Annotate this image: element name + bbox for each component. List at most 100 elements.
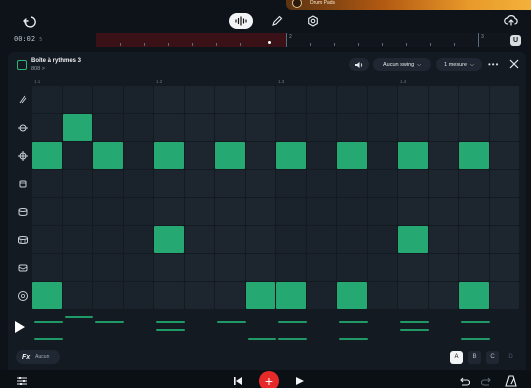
step-cell[interactable] (306, 226, 336, 253)
step-cell[interactable] (489, 226, 519, 253)
step-cell[interactable] (489, 282, 519, 309)
track-title[interactable]: Boîte à rythmes 3 (31, 58, 81, 64)
play-pattern-button[interactable] (15, 321, 25, 333)
step-cell[interactable] (62, 282, 92, 309)
step-cell[interactable] (123, 282, 153, 309)
more-options-icon[interactable]: ••• (488, 60, 499, 69)
step-cell[interactable] (123, 114, 153, 141)
step-cell[interactable] (184, 170, 214, 197)
step-cell[interactable] (154, 114, 184, 141)
timeline-ruler[interactable]: 2 3 (96, 33, 516, 47)
step-cell[interactable] (306, 254, 336, 281)
step-cell[interactable] (93, 114, 123, 141)
step-cell[interactable] (398, 86, 428, 113)
step-cell-active[interactable] (337, 282, 367, 309)
mixer-sliders-icon[interactable] (16, 376, 28, 386)
step-cell[interactable] (245, 226, 275, 253)
step-cell[interactable] (459, 226, 489, 253)
timeline[interactable]: 00:02 5 2 3 U (0, 33, 531, 49)
step-cell[interactable] (459, 170, 489, 197)
step-cell-active[interactable] (398, 142, 428, 169)
pattern-a-button[interactable]: A (450, 351, 463, 364)
step-cell[interactable] (428, 170, 458, 197)
step-cell-active[interactable] (215, 142, 245, 169)
step-cell[interactable] (398, 114, 428, 141)
step-cell[interactable] (276, 198, 306, 225)
step-cell[interactable] (123, 170, 153, 197)
step-cell[interactable] (367, 142, 397, 169)
step-cell[interactable] (459, 86, 489, 113)
snare-icon[interactable] (17, 234, 29, 246)
step-cell[interactable] (367, 254, 397, 281)
step-cell[interactable] (184, 142, 214, 169)
step-cell[interactable] (337, 86, 367, 113)
step-cell-active[interactable] (154, 226, 184, 253)
kit-name[interactable]: 808 > (31, 66, 45, 72)
step-cell[interactable] (184, 226, 214, 253)
step-cell[interactable] (428, 86, 458, 113)
step-cell[interactable] (154, 198, 184, 225)
tom-high-icon[interactable] (17, 178, 29, 190)
step-cell[interactable] (337, 226, 367, 253)
step-cell[interactable] (123, 142, 153, 169)
step-cell[interactable] (489, 170, 519, 197)
step-cell[interactable] (123, 86, 153, 113)
step-cell[interactable] (154, 170, 184, 197)
step-cell[interactable] (367, 170, 397, 197)
step-cell[interactable] (93, 170, 123, 197)
loop-region[interactable] (96, 33, 286, 47)
pattern-b-button[interactable]: B (468, 351, 481, 364)
step-cell-active[interactable] (337, 142, 367, 169)
step-cell[interactable] (306, 198, 336, 225)
step-cell-active[interactable] (32, 282, 62, 309)
hat-closed-icon[interactable] (17, 122, 29, 134)
metronome-icon[interactable] (505, 375, 517, 387)
kick-icon[interactable] (17, 290, 29, 302)
pen-view-button[interactable] (265, 13, 289, 29)
step-cell[interactable] (276, 170, 306, 197)
step-cell[interactable] (398, 282, 428, 309)
preview-sound-button[interactable] (349, 58, 369, 71)
step-cell[interactable] (428, 282, 458, 309)
swing-dropdown[interactable]: Aucun swing ⌵ (373, 58, 431, 71)
step-cell[interactable] (398, 198, 428, 225)
step-cell[interactable] (489, 198, 519, 225)
pattern-d-button[interactable]: D (504, 351, 517, 364)
step-cell[interactable] (489, 86, 519, 113)
step-cell[interactable] (62, 254, 92, 281)
step-cell[interactable] (245, 170, 275, 197)
step-cell[interactable] (459, 114, 489, 141)
redo-icon[interactable] (481, 376, 493, 386)
cymbal-icon[interactable] (17, 262, 29, 274)
step-cell[interactable] (215, 254, 245, 281)
step-cell[interactable] (215, 282, 245, 309)
step-cell[interactable] (93, 198, 123, 225)
step-cell[interactable] (62, 198, 92, 225)
step-cell[interactable] (154, 86, 184, 113)
step-cell-active[interactable] (93, 142, 123, 169)
step-cell-active[interactable] (245, 282, 275, 309)
play-icon[interactable] (295, 376, 305, 386)
measure-dropdown[interactable]: 1 mesure ⌵ (436, 58, 482, 71)
step-cell[interactable] (123, 254, 153, 281)
back-arrow-icon[interactable] (22, 14, 36, 28)
step-cell[interactable] (215, 170, 245, 197)
step-sequencer-grid[interactable] (32, 80, 520, 313)
step-cell[interactable] (32, 226, 62, 253)
step-cell[interactable] (337, 254, 367, 281)
step-cell[interactable] (62, 142, 92, 169)
step-cell[interactable] (184, 254, 214, 281)
step-cell[interactable] (215, 114, 245, 141)
step-cell[interactable] (489, 254, 519, 281)
skip-back-icon[interactable] (233, 376, 243, 386)
playhead[interactable] (268, 41, 271, 44)
step-cell[interactable] (245, 114, 275, 141)
step-cell[interactable] (306, 282, 336, 309)
step-cell[interactable] (245, 86, 275, 113)
step-cell[interactable] (32, 254, 62, 281)
step-cell[interactable] (459, 254, 489, 281)
step-cell[interactable] (93, 86, 123, 113)
step-cell[interactable] (215, 198, 245, 225)
step-cell[interactable] (337, 170, 367, 197)
step-cell[interactable] (276, 226, 306, 253)
